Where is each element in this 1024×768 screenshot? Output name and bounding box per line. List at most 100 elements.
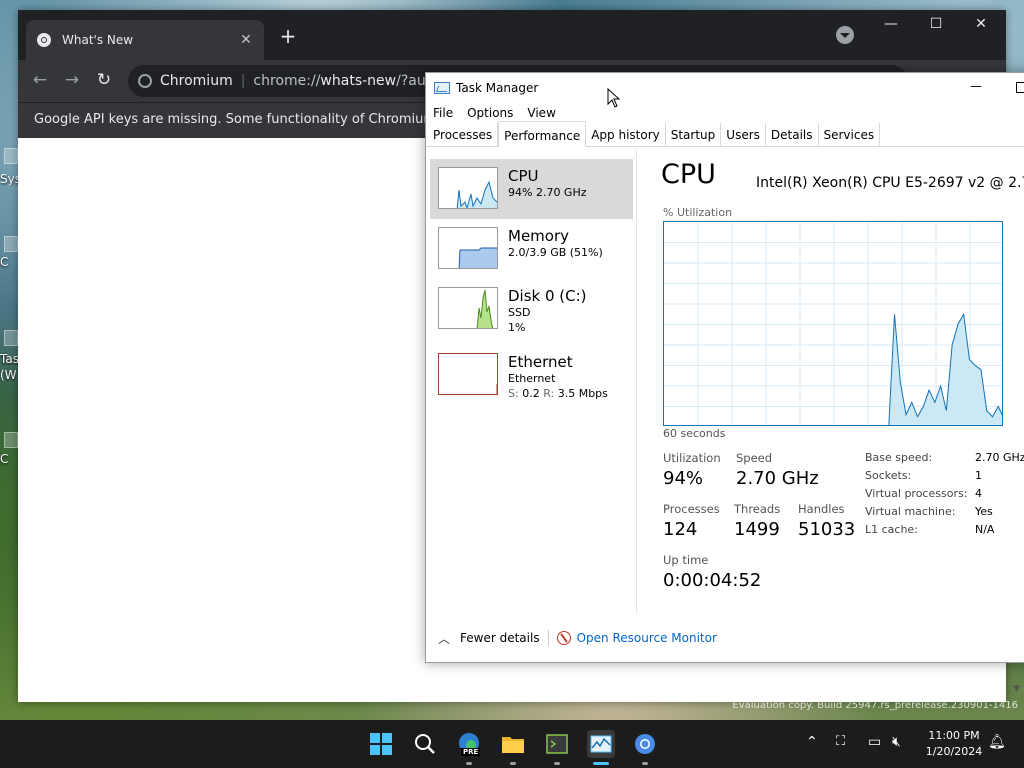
ethernet-mini-graph-svg <box>496 384 497 394</box>
desktop-icon-label: C <box>0 255 9 269</box>
tab-search-button[interactable] <box>836 26 854 44</box>
back-arrow-icon[interactable]: ← <box>28 70 52 90</box>
cpu-model: Intel(R) Xeon(R) CPU E5-2697 v2 @ 2.70GH… <box>756 175 1024 191</box>
ethernet-throughput: S: 0.2 R: 3.5 Mbps <box>508 387 608 400</box>
tab-processes[interactable]: Processes <box>428 123 499 146</box>
resource-detail: 2.0/3.9 GB (51%) <box>508 246 603 259</box>
cpu-detail-pane: CPU Intel(R) Xeon(R) CPU E5-2697 v2 @ 2.… <box>637 149 1024 614</box>
omnibox-host: Chromium <box>160 73 233 89</box>
memory-mini-graph-svg <box>458 247 497 268</box>
minimize-button[interactable]: — <box>876 16 906 32</box>
fewer-details-button[interactable]: Fewer details <box>460 631 540 645</box>
resource-ethernet[interactable]: Ethernet Ethernet S: 0.2 R: 3.5 Mbps <box>430 345 633 405</box>
chromium-favicon-icon <box>37 33 51 47</box>
file-explorer-button[interactable] <box>499 730 527 758</box>
desktop-icon[interactable] <box>4 236 18 252</box>
edge-preview-button[interactable]: PRE <box>455 730 483 758</box>
detail-row: Base speed: 2.70 GHz <box>865 451 1024 464</box>
terminal-app-button[interactable] <box>543 730 571 758</box>
tab-close-icon[interactable]: ✕ <box>238 32 254 48</box>
windows-logo-icon <box>370 733 392 755</box>
maximize-button[interactable] <box>1016 82 1024 93</box>
resource-name: Disk 0 (C:) <box>508 287 587 305</box>
new-tab-button[interactable]: + <box>276 24 300 48</box>
show-hidden-icons-chevron-icon[interactable]: ⌃ <box>806 734 818 750</box>
tab-performance[interactable]: Performance <box>498 121 587 147</box>
task-manager-tabs: Processes Performance App history Startu… <box>426 121 1024 147</box>
footer-divider <box>547 630 549 646</box>
resource-list: CPU 94% 2.70 GHz Memory 2.0/3.9 GB (51%) <box>426 149 637 614</box>
desktop-icon-label: Tas <box>0 352 18 366</box>
stat-threads: Threads 1499 <box>734 502 781 540</box>
tab-strip: What's New ✕ + — ☐ ✕ <box>18 10 1006 60</box>
start-button[interactable] <box>367 730 395 758</box>
cpu-title: CPU <box>661 159 716 190</box>
tab-services[interactable]: Services <box>819 123 881 146</box>
system-clock[interactable]: 11:00 PM 1/20/2024 <box>918 728 990 760</box>
clock-date: 1/20/2024 <box>925 745 983 758</box>
maximize-button[interactable]: ☐ <box>921 16 951 32</box>
detail-row: Virtual processors: 4 <box>865 487 982 500</box>
resource-name: Ethernet <box>508 353 573 371</box>
scroll-down-icon[interactable]: ▼ <box>1013 684 1020 694</box>
reload-icon[interactable]: ↻ <box>92 70 116 90</box>
disk-mini-graph-svg <box>476 289 494 328</box>
chevron-up-icon[interactable]: ︿ <box>438 630 450 647</box>
notification-bell-icon[interactable]: 🔔︎ <box>988 734 1006 750</box>
resource-detail: Ethernet <box>508 372 556 385</box>
disk-mini-graph <box>438 287 498 329</box>
running-indicator <box>510 762 516 765</box>
resource-name: CPU <box>508 167 539 185</box>
mouse-cursor-icon <box>607 88 621 108</box>
resource-cpu[interactable]: CPU 94% 2.70 GHz <box>430 159 633 219</box>
task-manager-window: Task Manager — File Options View Process… <box>425 72 1024 663</box>
tab-title: What's New <box>62 33 134 47</box>
desktop-icon[interactable] <box>4 148 18 164</box>
active-indicator <box>593 762 609 765</box>
tab-startup[interactable]: Startup <box>666 123 722 146</box>
folder-icon <box>502 737 524 753</box>
task-manager-titlebar[interactable]: Task Manager — <box>426 73 1024 103</box>
menu-view[interactable]: View <box>527 106 555 120</box>
running-indicator <box>642 762 648 765</box>
close-button[interactable]: ✕ <box>966 16 996 32</box>
minimize-button[interactable]: — <box>969 79 983 93</box>
detail-row: L1 cache: N/A <box>865 523 995 536</box>
menu-file[interactable]: File <box>433 106 453 120</box>
terminal-icon <box>546 734 568 754</box>
resource-detail: 94% 2.70 GHz <box>508 186 587 199</box>
desktop-icon-label: (W <box>0 368 17 382</box>
browser-tab-whats-new[interactable]: What's New ✕ <box>26 20 264 60</box>
stat-handles: Handles 51033 <box>798 502 856 540</box>
build-watermark: Evaluation copy. Build 25947.rs_prerelea… <box>732 700 1018 711</box>
tab-users[interactable]: Users <box>721 123 766 146</box>
clock-time: 11:00 PM <box>928 729 980 742</box>
cpu-mini-graph <box>438 167 498 209</box>
open-resource-monitor-link[interactable]: Open Resource Monitor <box>577 631 717 645</box>
tab-app-history[interactable]: App history <box>586 123 666 146</box>
resource-monitor-icon <box>556 631 571 645</box>
resource-disk[interactable]: Disk 0 (C:) SSD 1% <box>430 279 633 339</box>
desktop-icon[interactable] <box>4 330 18 346</box>
chromium-taskbar-button[interactable] <box>631 730 659 758</box>
desktop-icon[interactable] <box>4 432 18 448</box>
time-axis-label: 60 seconds <box>663 427 726 440</box>
task-manager-taskbar-button[interactable] <box>587 730 615 758</box>
stat-utilization: Utilization 94% <box>663 451 721 489</box>
desktop-icon-label: Sys <box>0 172 18 186</box>
taskbar: PRE ⌃ ⛶ ▭ 🔇︎ 11:00 PM 1/20/2024 🔔︎ <box>0 720 1024 768</box>
network-status-icon[interactable]: ⛶ <box>836 734 845 749</box>
tab-details[interactable]: Details <box>766 123 819 146</box>
utilization-axis-label: % Utilization <box>663 206 733 219</box>
detail-row: Sockets: 1 <box>865 469 982 482</box>
volume-muted-icon[interactable]: 🔇︎ <box>892 734 901 750</box>
display-icon[interactable]: ▭ <box>868 734 881 750</box>
site-info-icon[interactable] <box>138 74 152 88</box>
ethernet-mini-graph <box>438 353 498 395</box>
forward-arrow-icon[interactable]: → <box>60 70 84 90</box>
menu-options[interactable]: Options <box>467 106 513 120</box>
resource-memory[interactable]: Memory 2.0/3.9 GB (51%) <box>430 219 633 279</box>
edge-pre-badge: PRE <box>461 748 481 756</box>
resource-detail: SSD <box>508 306 531 319</box>
search-button[interactable] <box>411 730 439 758</box>
